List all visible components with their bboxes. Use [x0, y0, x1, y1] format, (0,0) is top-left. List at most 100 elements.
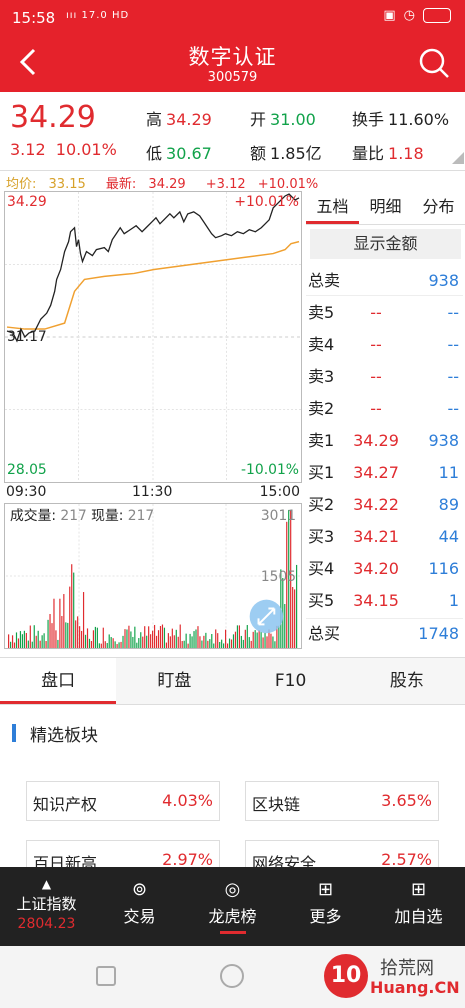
tab-f10[interactable]: F10: [233, 658, 349, 704]
volume-bar: [13, 642, 16, 648]
chart-info-line: 均价: 33.15 最新: 34.29 +3.12 +10.01%: [6, 173, 326, 192]
volume-bar: [124, 629, 126, 648]
volume-bar: [256, 632, 258, 648]
time-start: 09:30: [6, 484, 47, 500]
volume-bar: [272, 636, 274, 648]
volume-bar: [84, 634, 87, 648]
sector-card[interactable]: 知识产权 4.03%: [26, 781, 220, 821]
volume-bar: [274, 641, 276, 648]
volume-bar: [262, 637, 264, 648]
tab-shareholders[interactable]: 股东: [349, 658, 465, 704]
volume-bar: [254, 630, 256, 648]
volume-bar: [246, 625, 248, 648]
tab-watch[interactable]: 盯盘: [116, 658, 232, 704]
volume-bar: [94, 626, 96, 648]
volume-bar: [183, 640, 185, 648]
volume-bar: [98, 643, 100, 648]
tab-distribution[interactable]: 分布: [412, 191, 465, 224]
stock-name: 数字认证: [188, 45, 277, 69]
section-title: 精选板块: [30, 726, 98, 746]
stock-code: 300579: [207, 70, 258, 85]
volume-bar: [31, 641, 33, 648]
volume-bar: [108, 634, 110, 648]
buy-row: 买2 34.22 89: [308, 495, 459, 514]
sector-card[interactable]: 区块链 3.65%: [245, 781, 439, 821]
latest-change-pct: +10.01%: [257, 177, 319, 192]
volume-bar: [51, 623, 53, 648]
volume-bar: [193, 631, 195, 648]
volume-bar: [45, 641, 47, 648]
volume-bar: [159, 626, 162, 648]
battery-icon: [423, 8, 451, 23]
volume-bar: [189, 633, 191, 648]
section-accent-bar: [12, 724, 16, 742]
recent-apps-icon[interactable]: [96, 966, 116, 986]
time-end: 15:00: [259, 484, 300, 500]
volume-bar: [17, 638, 20, 648]
tab-five-levels[interactable]: 五档: [306, 191, 359, 224]
volume-bar: [177, 636, 179, 648]
tab-details[interactable]: 明细: [359, 191, 412, 224]
volume-chart[interactable]: 成交量: 217 现量: 217 3011 1505: [4, 503, 302, 649]
volume-bar: [25, 633, 27, 648]
chart-top-right-label: +10.01%: [234, 194, 299, 210]
volume-bar: [118, 642, 120, 648]
volume-bar: [232, 634, 235, 648]
volume-bar: [57, 639, 59, 648]
grid-icon: ⊞: [317, 879, 334, 900]
status-bar: 15:58 ııı 17.0 HD ▣ ◷: [0, 0, 465, 34]
show-amount-button[interactable]: 显示金额: [310, 229, 461, 259]
nav-more[interactable]: ⊞ 更多: [279, 867, 372, 946]
volume-bar: [167, 633, 169, 648]
volume-bar: [122, 635, 124, 648]
nav-trade[interactable]: ⊚ 交易: [93, 867, 186, 946]
volume-bar: [148, 626, 150, 648]
volume-bar: [219, 641, 221, 648]
volume-bar: [175, 629, 177, 648]
volume-bar: [134, 626, 136, 648]
volume-bar: [152, 630, 154, 648]
amount-value: 额 1.85亿: [250, 144, 322, 163]
volume-bar: [59, 598, 61, 648]
search-icon[interactable]: [417, 46, 451, 80]
nav-index[interactable]: ▲ 上证指数 2804.23: [0, 867, 93, 946]
time-mid: 11:30: [132, 484, 173, 500]
volume-bar: [49, 614, 51, 648]
caret-up-icon: ▲: [41, 877, 52, 891]
volume-bar: [53, 598, 55, 648]
home-icon[interactable]: [220, 964, 244, 988]
volume-bar: [81, 630, 83, 648]
volume-bar: [82, 592, 85, 648]
nav-add-watchlist[interactable]: ⊞ 加自选: [372, 867, 465, 946]
volume-bar: [15, 632, 18, 648]
expand-corner-icon[interactable]: [452, 152, 464, 164]
volume-mid-label: 1505: [261, 569, 296, 585]
volume-bar: [39, 640, 41, 648]
bottom-nav: ▲ 上证指数 2804.23 ⊚ 交易 ◎ 龙虎榜 ⊞ 更多 ⊞ 加自选: [0, 867, 465, 946]
sell-row: 卖3 -- --: [308, 367, 459, 386]
volume-bar: [199, 636, 201, 648]
volume-bar: [223, 643, 225, 648]
system-nav: 10 拾荒网 Huang.CN: [0, 946, 465, 1008]
volume-bar: [292, 587, 294, 648]
volume-bar: [126, 629, 128, 648]
time-axis: 09:30 11:30 15:00: [4, 484, 302, 502]
open-value: 开 31.00: [250, 110, 316, 129]
volume-bar: [79, 626, 81, 648]
volume-bar: [43, 633, 45, 648]
volume-bar: [215, 629, 217, 648]
volume-ratio-value: 量比 1.18: [352, 144, 424, 163]
volume-bar: [191, 636, 193, 648]
volume-bar: [258, 630, 260, 648]
signal-indicator: ııı 17.0 HD: [66, 10, 130, 21]
tab-handicap[interactable]: 盘口: [0, 658, 117, 704]
volume-bar: [195, 629, 197, 648]
chart-bottom-right-label: -10.01%: [241, 462, 299, 478]
high-value: 高 34.29: [146, 110, 212, 129]
volume-bar: [209, 639, 211, 648]
nav-dragon-tiger[interactable]: ◎ 龙虎榜: [186, 867, 279, 946]
volume-bar: [171, 628, 173, 648]
volume-bar: [252, 631, 254, 648]
volume-bar: [9, 641, 12, 648]
intraday-price-chart[interactable]: 34.29 +10.01% 31.17 28.05 -10.01%: [4, 191, 302, 483]
